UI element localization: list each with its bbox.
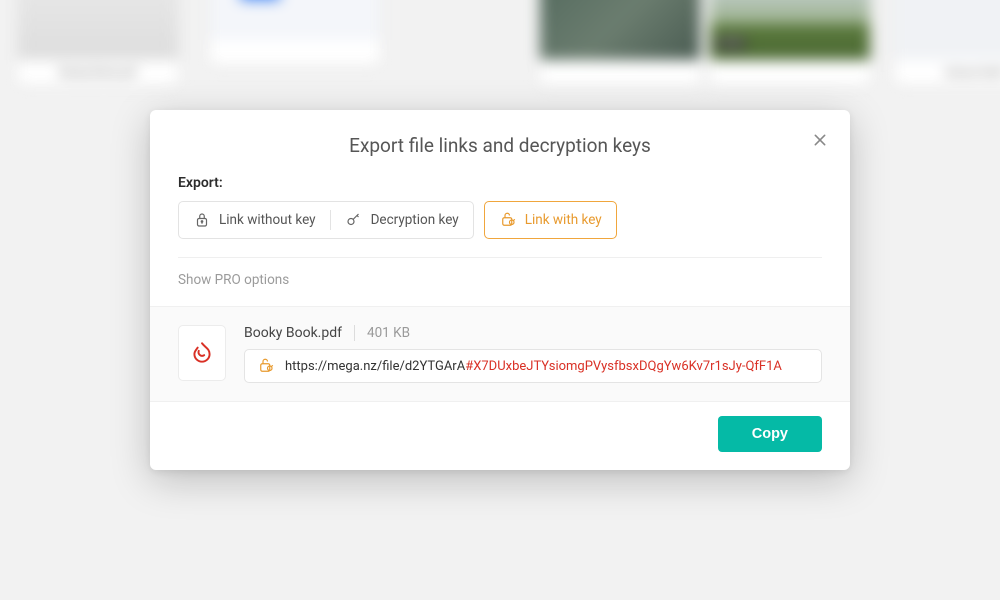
lock-icon: [193, 211, 211, 229]
show-pro-options[interactable]: Show PRO options: [178, 258, 822, 306]
close-button[interactable]: [808, 128, 832, 152]
file-size: 401 KB: [367, 325, 410, 341]
link-key-icon: [499, 211, 517, 229]
meta-divider: [354, 325, 355, 341]
modal-overlay: Export file links and decryption keys Ex…: [0, 0, 1000, 600]
file-row: Booky Book.pdf 401 KB https://mega.nz/fi…: [150, 306, 850, 402]
export-toggle-group: Link without key Decryption key: [178, 201, 474, 239]
file-name: Booky Book.pdf: [244, 325, 342, 341]
export-modal: Export file links and decryption keys Ex…: [150, 110, 850, 470]
export-options-section: Export: Link without key Decrypti: [150, 175, 850, 306]
export-label: Export:: [178, 175, 822, 191]
copy-button[interactable]: Copy: [718, 416, 822, 452]
pdf-icon: [189, 340, 215, 366]
link-text: https://mega.nz/file/d2YTGArA#X7DUxbeJTY…: [285, 359, 782, 374]
link-key-part: #X7DUxbeJTYsiomgPVysfbsxDQgYw6Kv7r1sJy-Q…: [465, 359, 782, 374]
option-label: Decryption key: [371, 212, 459, 228]
modal-header: Export file links and decryption keys: [150, 110, 850, 175]
key-icon: [345, 211, 363, 229]
modal-title: Export file links and decryption keys: [178, 134, 822, 157]
option-label: Link without key: [219, 212, 316, 228]
link-field[interactable]: https://mega.nz/file/d2YTGArA#X7DUxbeJTY…: [244, 349, 822, 383]
close-icon: [812, 132, 828, 148]
option-decryption-key[interactable]: Decryption key: [331, 202, 473, 238]
option-label: Link with key: [525, 212, 602, 228]
modal-footer: Copy: [150, 402, 850, 470]
option-link-without-key[interactable]: Link without key: [179, 202, 330, 238]
link-url-part: https://mega.nz/file/d2YTGArA: [285, 359, 465, 374]
option-link-with-key[interactable]: Link with key: [484, 201, 617, 239]
file-title-row: Booky Book.pdf 401 KB: [244, 325, 822, 341]
file-type-icon: [178, 325, 226, 381]
export-toggle-row: Link without key Decryption key: [178, 201, 822, 239]
link-key-icon: [257, 357, 275, 375]
file-meta: Booky Book.pdf 401 KB https://mega.nz/fi…: [244, 325, 822, 383]
